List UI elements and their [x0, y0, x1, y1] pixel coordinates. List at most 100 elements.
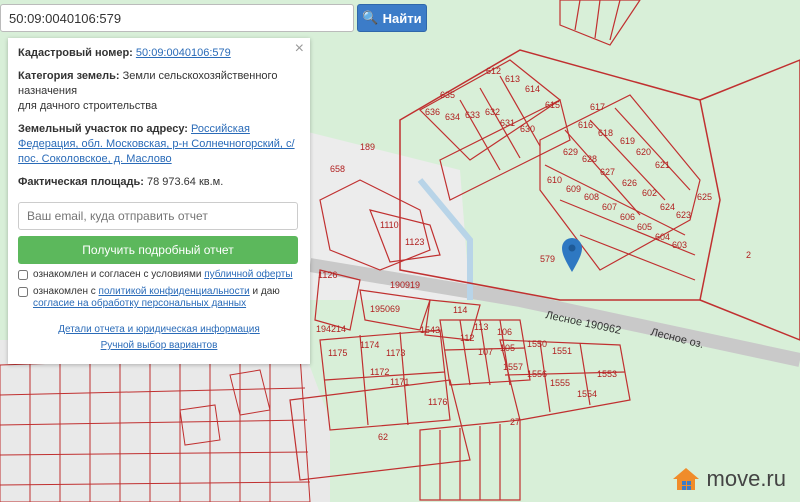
svg-text:619: 619	[620, 136, 635, 146]
address-label: Земельный участок по адресу:	[18, 123, 188, 135]
settlement-area	[0, 340, 330, 502]
svg-text:1555: 1555	[550, 378, 570, 388]
svg-text:627: 627	[600, 167, 615, 177]
svg-text:62: 62	[378, 432, 388, 442]
svg-text:658: 658	[330, 164, 345, 174]
search-button-label: Найти	[382, 10, 422, 26]
logo-text: move.ru	[706, 466, 786, 491]
offer-agreement-text: ознакомлен и согласен с условиями публич…	[33, 269, 293, 280]
svg-text:629: 629	[563, 147, 578, 157]
site-logo[interactable]: move.ru	[671, 466, 786, 492]
consent-link[interactable]: согласие на обработку персональных данны…	[33, 298, 246, 309]
svg-text:1173: 1173	[386, 348, 405, 358]
svg-text:602: 602	[642, 188, 657, 198]
close-icon[interactable]: ×	[295, 40, 304, 58]
svg-text:106: 106	[497, 327, 512, 337]
area-row: Фактическая площадь: 78 973.64 кв.м.	[18, 175, 300, 190]
svg-text:634: 634	[445, 112, 460, 122]
svg-text:113: 113	[474, 322, 488, 332]
svg-text:610: 610	[547, 175, 562, 185]
svg-text:618: 618	[598, 128, 613, 138]
svg-text:607: 607	[602, 202, 617, 212]
category-row: Категория земель: Земли сельскохозяйстве…	[18, 69, 300, 114]
svg-text:1176: 1176	[428, 397, 447, 407]
svg-text:1123: 1123	[405, 237, 424, 247]
svg-text:614: 614	[525, 84, 540, 94]
category-label: Категория земель:	[18, 70, 120, 82]
svg-text:1554: 1554	[577, 389, 597, 399]
svg-text:617: 617	[590, 102, 605, 112]
svg-text:605: 605	[637, 222, 652, 232]
svg-text:623: 623	[676, 210, 691, 220]
svg-text:1556: 1556	[527, 369, 547, 379]
svg-text:112: 112	[460, 333, 474, 343]
svg-text:1126: 1126	[318, 270, 337, 280]
svg-text:604: 604	[655, 232, 670, 242]
area-value: 78 973.64 кв.м.	[146, 176, 224, 188]
privacy-checkbox[interactable]	[18, 287, 28, 297]
cadastral-link[interactable]: 50:09:0040106:579	[136, 47, 231, 59]
svg-text:635: 635	[440, 90, 455, 100]
svg-text:1171: 1171	[390, 377, 409, 387]
svg-text:608: 608	[584, 192, 599, 202]
offer-agreement-checkbox[interactable]: ознакомлен и согласен с условиями публич…	[18, 269, 300, 281]
svg-text:621: 621	[655, 160, 670, 170]
svg-text:603: 603	[672, 240, 687, 250]
svg-text:194214: 194214	[316, 324, 346, 334]
svg-text:606: 606	[620, 212, 635, 222]
svg-text:636: 636	[425, 107, 440, 117]
details-link[interactable]: Детали отчета и юридическая информация	[58, 324, 260, 335]
svg-text:633: 633	[465, 110, 480, 120]
svg-text:1543: 1543	[420, 325, 440, 335]
svg-text:620: 620	[636, 147, 651, 157]
privacy-link[interactable]: политикой конфиденциальности	[99, 286, 250, 297]
panel-footer-links: Детали отчета и юридическая информация Р…	[18, 322, 300, 354]
svg-text:1550: 1550	[527, 339, 547, 349]
svg-text:1553: 1553	[597, 369, 617, 379]
svg-text:625: 625	[697, 192, 712, 202]
svg-text:1557: 1557	[503, 362, 523, 372]
svg-text:189: 189	[360, 142, 375, 152]
svg-text:105: 105	[500, 343, 515, 353]
search-button[interactable]: 🔍 Найти	[357, 4, 427, 32]
offer-checkbox[interactable]	[18, 270, 28, 280]
search-icon: 🔍	[362, 10, 379, 25]
parcel-label-main: 579	[540, 254, 555, 264]
manual-selection-link[interactable]: Ручной выбор вариантов	[101, 340, 218, 351]
cadastral-search-input[interactable]	[0, 4, 354, 32]
svg-text:195069: 195069	[370, 304, 400, 314]
search-bar: 🔍 Найти	[0, 4, 430, 34]
svg-text:1110: 1110	[380, 220, 399, 230]
svg-text:626: 626	[622, 178, 637, 188]
svg-text:1551: 1551	[552, 346, 572, 356]
svg-text:616: 616	[578, 120, 593, 130]
svg-text:628: 628	[582, 154, 597, 164]
svg-text:107: 107	[478, 347, 493, 357]
privacy-agreement-checkbox[interactable]: ознакомлен с политикой конфиденциальност…	[18, 286, 300, 310]
svg-text:114: 114	[453, 305, 467, 315]
house-icon	[672, 468, 699, 490]
svg-text:624: 624	[660, 202, 675, 212]
svg-text:1174: 1174	[360, 340, 379, 350]
area-label: Фактическая площадь:	[18, 176, 144, 188]
svg-text:631: 631	[500, 118, 515, 128]
get-report-button[interactable]: Получить подробный отчет	[18, 236, 298, 264]
svg-text:615: 615	[545, 100, 560, 110]
svg-text:612: 612	[486, 66, 501, 76]
email-field[interactable]	[18, 202, 298, 230]
offer-link[interactable]: публичной оферты	[204, 269, 292, 280]
parcel-info-panel: × Кадастровый номер: 50:09:0040106:579 К…	[8, 38, 310, 364]
svg-text:1175: 1175	[328, 348, 347, 358]
svg-text:613: 613	[505, 74, 520, 84]
category-value-2: для дачного строительства	[18, 100, 158, 112]
svg-text:609: 609	[566, 184, 581, 194]
svg-text:630: 630	[520, 124, 535, 134]
cadastral-row: Кадастровый номер: 50:09:0040106:579	[18, 46, 300, 61]
svg-text:2: 2	[746, 250, 751, 260]
svg-text:27: 27	[510, 417, 520, 427]
cadastral-label: Кадастровый номер:	[18, 47, 133, 59]
svg-text:632: 632	[485, 107, 500, 117]
privacy-agreement-text: ознакомлен с политикой конфиденциальност…	[33, 286, 280, 309]
svg-text:190919: 190919	[390, 280, 420, 290]
address-row: Земельный участок по адресу: Российская …	[18, 122, 300, 167]
